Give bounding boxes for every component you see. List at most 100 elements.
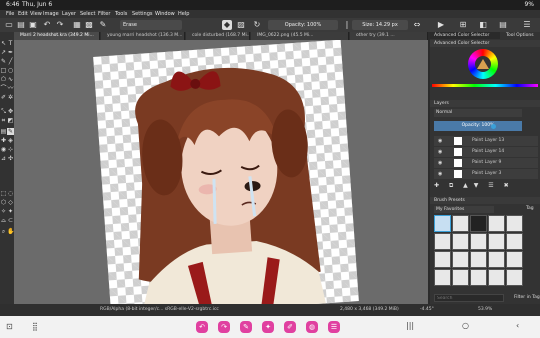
menu-file[interactable]: File [6,11,14,17]
menu-filter[interactable]: Filter [98,11,110,17]
magnetic-select-icon[interactable]: ⊂ [7,217,14,224]
size-slider[interactable]: Size: 14.29 px [352,20,408,30]
layer-row[interactable]: ◉ Paint Layer 14 [434,147,538,157]
pattern-icon[interactable]: ▩ [84,20,94,30]
tab-img-0622[interactable]: IMG_0622.png (45.5 Mi... [251,32,349,40]
tab-young-marri[interactable]: young marri headshot (136.3 M... [101,32,185,40]
assistant-tool-icon[interactable]: ⊹ [7,146,14,153]
bezier-tool-icon[interactable]: ⌒ [0,85,7,92]
app-grid-icon[interactable]: ⣿ [32,322,38,331]
layer-row[interactable]: ◉ Paint Layer 13 [434,136,538,146]
brush-preset[interactable] [506,251,523,268]
brush-preset[interactable] [470,251,487,268]
preserve-alpha-icon[interactable]: ▨ [236,20,246,30]
save-icon[interactable]: ▣ [28,20,38,30]
ellipse-tool-icon[interactable]: ○ [7,67,14,74]
settings-nav-icon[interactable]: ✦ [262,321,274,333]
canvas[interactable] [14,40,428,304]
layer-row[interactable]: ◉ Paint Layer 3 [434,169,538,179]
redo-nav-icon[interactable]: ↷ [218,321,230,333]
dynamic-brush-icon[interactable]: ✐ [0,94,7,101]
add-layer-icon[interactable]: ✚ [434,182,439,189]
horizontal-mirror-icon[interactable]: ⇔ [412,20,422,30]
nav-recents-icon[interactable]: ||| [406,321,414,330]
calligraphy-icon[interactable]: ✒ [7,49,14,56]
select-shapes-icon[interactable]: ↖ [0,40,7,47]
tab-tool-options[interactable]: Tool Options [502,32,540,39]
brush-preset[interactable] [452,215,469,232]
move-layer-down-icon[interactable]: ▼ [474,182,479,189]
undo-icon[interactable]: ↶ [42,20,52,30]
rectangle-select-icon[interactable]: ⬚ [0,190,7,197]
similar-select-icon[interactable]: ✦ [7,208,14,215]
play-icon[interactable]: ▶ [436,20,446,30]
brush-preset[interactable] [488,251,505,268]
reference-tool-icon[interactable]: ✣ [7,155,14,162]
transform-tool-icon[interactable]: ⤡ [0,108,7,115]
brush-preset-selected[interactable] [434,215,451,232]
layer-opacity-slider[interactable]: Opacity: 100% [434,121,522,131]
delete-layer-icon[interactable]: ✖ [504,182,509,189]
artwork-document[interactable] [93,40,359,304]
bezier-select-icon[interactable]: ⌓ [0,217,7,224]
brush-preset[interactable] [488,269,505,286]
tab-other-try[interactable]: other try (39.1 ... [350,32,428,40]
freehand-brush-icon[interactable]: ✎ [0,58,7,65]
measure-tool-icon[interactable]: ⊿ [0,155,7,162]
polygon-tool-icon[interactable]: ⬠ [0,76,7,83]
crop-tool-icon[interactable]: ⌗ [0,117,7,124]
ellipse-select-icon[interactable]: ◌ [7,190,14,197]
open-document-icon[interactable]: ▤ [16,20,26,30]
contiguous-select-icon[interactable]: ✧ [0,208,7,215]
reload-preset-icon[interactable]: ↻ [252,20,262,30]
rectangle-tool-icon[interactable]: □ [0,67,7,74]
brush-preset[interactable] [488,233,505,250]
polyline-tool-icon[interactable]: ∿ [7,76,14,83]
opacity-handle[interactable] [491,124,496,129]
brush-preset[interactable] [488,215,505,232]
multibrush-icon[interactable]: ✲ [7,94,14,101]
menu-layer[interactable]: Layer [62,11,76,17]
brush-preset[interactable] [434,233,451,250]
freehand-path-icon[interactable]: 〰 [7,85,14,92]
brush-preset[interactable] [470,269,487,286]
eye-icon[interactable]: ◉ [438,136,442,146]
workspace-icon[interactable]: ▤ [498,20,508,30]
eyedropper-nav-icon[interactable]: ✐ [284,321,296,333]
color-wheel[interactable] [468,49,498,79]
tab-cole-disturbed[interactable]: cole disturbed (168.7 Mi... [186,32,250,40]
menu-image[interactable]: Image [43,11,59,17]
blend-mode-select[interactable]: Normal [434,109,522,117]
menu-select[interactable]: Select [80,11,95,17]
color-picker-icon[interactable]: ✎ [7,128,14,135]
brush-preset[interactable] [434,251,451,268]
redo-icon[interactable]: ↷ [55,20,65,30]
gradient-tool-icon[interactable]: ◩ [7,117,14,124]
layer-row[interactable]: ◉ Paint Layer 9 [434,158,538,168]
tab-marri-headshot[interactable]: Marri 2 headshot.kra (349.2 Mi... [14,32,100,40]
tab-advanced-color-selector[interactable]: Advanced Color Selector [430,32,500,39]
brush-preset[interactable] [452,251,469,268]
workspace-chooser-icon[interactable]: ☰ [522,20,532,30]
duplicate-layer-icon[interactable]: ⧉ [449,182,453,189]
grid-icon[interactable]: ⊞ [458,20,468,30]
eye-icon[interactable]: ◉ [438,158,442,168]
enclose-fill-icon[interactable]: ◉ [0,146,7,153]
zoom-tool-icon[interactable]: ⌕ [0,228,7,235]
nav-home-icon[interactable]: ○ [462,321,469,330]
brush-preset[interactable] [506,269,523,286]
recent-apps-icon[interactable]: ⊡ [6,322,13,331]
reference-icon[interactable]: ◧ [478,20,488,30]
freehand-select-icon[interactable]: ◇ [7,199,14,206]
brush-search-input[interactable] [434,294,504,302]
pattern-edit-icon[interactable]: ▤ [0,128,7,135]
brush-tag-select[interactable]: My Favorites [434,206,494,213]
menu-help[interactable]: Help [178,11,189,17]
text-tool-icon[interactable]: T [7,40,14,47]
brush-preset-field[interactable]: Erase [120,20,182,30]
brush-preset[interactable] [452,233,469,250]
menu-edit[interactable]: Edit [18,11,28,17]
line-tool-icon[interactable]: ╱ [7,58,14,65]
layers-nav-icon[interactable]: ◍ [306,321,318,333]
layer-properties-icon[interactable]: ☰ [488,182,493,189]
